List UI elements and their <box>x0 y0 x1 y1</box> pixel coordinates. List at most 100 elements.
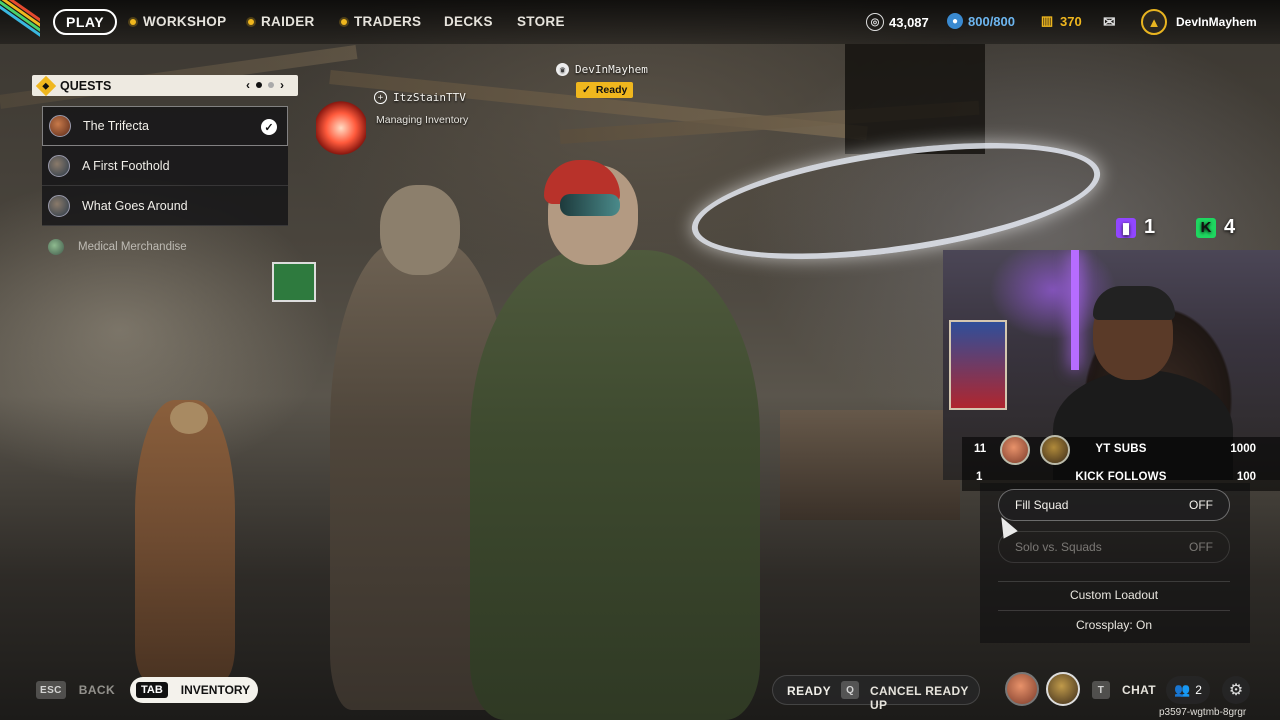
nav-play-button[interactable]: PLAY <box>53 9 118 35</box>
nav-workshop[interactable]: WORKSHOP <box>130 14 226 29</box>
crown-icon: ♛ <box>556 63 569 76</box>
party-member-tag: + ItzStainTTV <box>374 91 466 104</box>
nav-raider[interactable]: RAIDER <box>248 14 315 29</box>
quest-label: Medical Merchandise <box>78 241 187 253</box>
party-leader-name: DevInMayhem <box>575 63 648 76</box>
chat-button[interactable]: T CHAT <box>1092 681 1156 699</box>
quest-item[interactable]: What Goes Around <box>42 186 288 226</box>
fill-squad-label: Fill Squad <box>1015 498 1069 512</box>
chevron-right-icon[interactable]: › <box>280 78 284 92</box>
notification-dot-icon <box>341 18 347 25</box>
user-profile[interactable]: ▲ DevInMayhem <box>1141 9 1257 35</box>
solo-vs-squads-toggle[interactable]: Solo vs. Squads OFF <box>998 531 1230 563</box>
nav-decks[interactable]: DECKS <box>444 14 493 29</box>
quest-item[interactable]: The Trifecta ✓ <box>42 106 288 146</box>
kick-viewer-count: K 4 <box>1196 216 1235 239</box>
raider-goggles <box>560 194 620 216</box>
quests-title: QUESTS <box>60 78 112 93</box>
ready-controls: READY Q CANCEL READY UP <box>772 675 980 712</box>
fill-squad-value: OFF <box>1189 498 1213 512</box>
scene-red-light <box>316 100 366 156</box>
currency-coins: ◎ 43,087 <box>866 13 929 31</box>
back-button[interactable]: ESC BACK <box>36 681 115 699</box>
nav-workshop-label: WORKSHOP <box>143 14 227 29</box>
inventory-label: INVENTORY <box>180 683 251 697</box>
quest-item[interactable]: A First Foothold <box>42 146 288 186</box>
custom-loadout-button[interactable]: Custom Loadout <box>998 588 1230 602</box>
currency-tokens-value: 800/800 <box>968 13 1015 29</box>
page-dot <box>268 82 274 88</box>
scene-exit-sign <box>272 262 316 302</box>
crossplay-toggle[interactable]: Crossplay: On <box>998 618 1230 632</box>
checkmark-icon: ✓ <box>582 84 591 96</box>
quest-label: The Trifecta <box>83 119 149 133</box>
kick-icon: K <box>1196 217 1216 238</box>
quest-diamond-icon: ◆ <box>35 75 57 96</box>
chevron-left-icon[interactable]: ‹ <box>246 78 250 92</box>
quests-pager: ‹ › <box>246 78 284 92</box>
currency-credits-value: 370 <box>1060 13 1082 29</box>
divider <box>998 581 1230 582</box>
quests-header: ◆ QUESTS ‹ › <box>32 75 298 96</box>
fill-squad-toggle[interactable]: Fill Squad OFF <box>998 489 1230 521</box>
solo-vs-squads-label: Solo vs. Squads <box>1015 540 1102 554</box>
session-id: p3597-wgtmb-8grgr <box>1159 707 1247 718</box>
ready-status-label: Ready <box>595 84 628 96</box>
top-navigation-bar: PLAY WORKSHOP RAIDER TRADERS DECKS STORE… <box>0 0 1280 44</box>
streamer-cap <box>1093 286 1175 320</box>
ready-status-badge: ✓ Ready <box>576 82 634 98</box>
ready-button[interactable]: READY <box>787 684 831 698</box>
solo-vs-squads-value: OFF <box>1189 540 1213 554</box>
people-icon: 👥 <box>1174 682 1191 697</box>
notification-dot-icon <box>248 18 254 25</box>
goal-target: 100 <box>1236 471 1256 483</box>
rank-badge-icon: ▲ <box>1141 9 1167 35</box>
quest-label: What Goes Around <box>82 198 188 213</box>
twitch-count: 1 <box>1144 216 1156 238</box>
gear-icon[interactable]: ⚙ <box>1222 676 1250 704</box>
squad-options-panel: Fill Squad OFF Solo vs. Squads OFF Custo… <box>980 483 1250 643</box>
cancel-ready-button[interactable]: CANCEL READY UP <box>870 684 979 712</box>
currency-coins-value: 43,087 <box>889 14 929 30</box>
party-leader-avatar[interactable] <box>1046 672 1080 706</box>
raider-character-right <box>470 250 760 720</box>
webcam-poster <box>949 320 1007 410</box>
friends-button[interactable]: 👥 2 <box>1166 676 1210 704</box>
quest-item-faded[interactable]: Medical Merchandise <box>48 239 187 255</box>
quest-giver-avatar <box>48 194 70 217</box>
goal-row-yt: 11 YT SUBS 1000 <box>962 439 1280 459</box>
plus-icon: + <box>374 91 387 104</box>
party-leader-tag: ♛ DevInMayhem <box>556 63 648 76</box>
esc-key-hint: ESC <box>36 681 66 699</box>
party-member-status: Managing Inventory <box>376 114 469 126</box>
notification-dot-icon <box>130 18 136 25</box>
twitch-icon: ▮ <box>1116 217 1136 238</box>
t-key-hint: T <box>1092 681 1110 699</box>
credits-icon: ▥ <box>1040 13 1054 28</box>
nav-traders[interactable]: TRADERS <box>341 14 421 29</box>
user-name: DevInMayhem <box>1176 15 1257 29</box>
npc-background-character <box>135 400 235 680</box>
mail-icon[interactable]: ✉ <box>1103 13 1116 31</box>
nav-store[interactable]: STORE <box>517 14 565 29</box>
nav-traders-label: TRADERS <box>354 14 422 29</box>
scene-counter <box>780 410 960 520</box>
token-icon: ● <box>947 13 963 29</box>
npc-head <box>170 402 208 434</box>
coin-icon: ◎ <box>866 13 884 31</box>
nav-raider-label: RAIDER <box>261 14 315 29</box>
quest-giver-avatar <box>48 154 70 177</box>
scene-sign <box>845 44 985 154</box>
quest-list: The Trifecta ✓ A First Foothold What Goe… <box>42 106 288 226</box>
currency-tokens: ● 800/800 <box>947 13 1015 29</box>
webcam-neon-light <box>1071 250 1079 370</box>
quest-giver-avatar <box>48 239 64 255</box>
party-member-name: ItzStainTTV <box>393 91 466 104</box>
kick-count: 4 <box>1224 216 1236 238</box>
party-member-avatar[interactable] <box>1005 672 1039 706</box>
chat-label: CHAT <box>1122 683 1157 697</box>
quest-giver-avatar <box>49 115 71 137</box>
divider <box>998 610 1230 611</box>
q-key-hint: Q <box>841 681 859 699</box>
inventory-tab-button[interactable]: TAB INVENTORY <box>130 677 258 703</box>
